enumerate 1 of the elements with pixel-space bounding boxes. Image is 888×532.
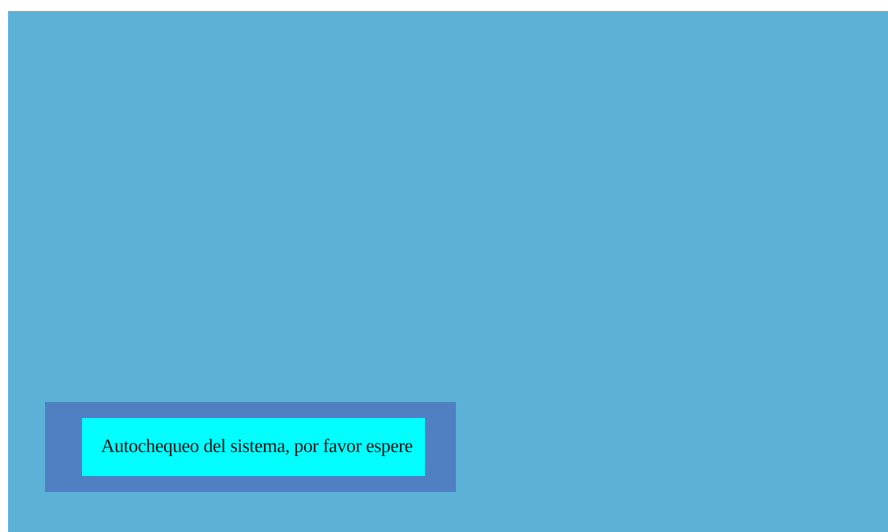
status-message: Autochequeo del sistema, por favor espere <box>101 436 413 458</box>
